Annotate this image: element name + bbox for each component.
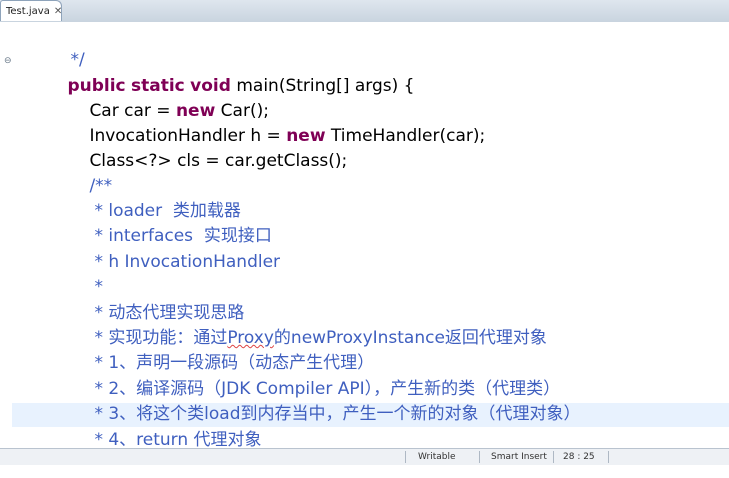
- code-line: * 1、声明一段源码（动态产生代理）: [94, 353, 375, 373]
- tab-test-java[interactable]: Test.java ✕: [0, 0, 62, 21]
- code-line: Car car = new Car();: [89, 101, 269, 121]
- status-bar: Writable Smart Insert 28 : 25: [0, 448, 729, 465]
- code-line: * 实现功能：通过Proxy的newProxyInstance返回代理对象: [94, 328, 547, 348]
- code-line: * loader 类加载器: [94, 201, 241, 221]
- status-separator: [405, 451, 406, 463]
- code-line: public static void main(String[] args) {: [67, 76, 415, 96]
- status-insert-mode[interactable]: Smart Insert: [491, 452, 547, 462]
- code-line: * interfaces 实现接口: [94, 226, 272, 246]
- status-writable: Writable: [418, 452, 456, 462]
- code-line: InvocationHandler h = new TimeHandler(ca…: [89, 126, 486, 146]
- status-separator: [553, 451, 554, 463]
- code-line: * 3、将这个类load到内存当中，产生一个新的对象（代理对象）: [94, 404, 581, 424]
- code-line: Class<?> cls = car.getClass();: [89, 151, 348, 171]
- status-cursor-position: 28 : 25: [563, 452, 595, 462]
- code-line: *: [94, 277, 103, 297]
- status-separator: [608, 451, 609, 463]
- editor-tab-bar: Test.java ✕: [0, 0, 729, 23]
- tab-label: Test.java: [6, 5, 50, 17]
- code-line: * 2、编译源码（JDK Compiler API），产生新的类（代理类）: [94, 379, 561, 399]
- code-line: */: [70, 50, 85, 70]
- close-icon[interactable]: ✕: [54, 6, 62, 17]
- code-line: * h InvocationHandler: [94, 252, 281, 272]
- code-text: */ public static void main(String[] args…: [0, 22, 729, 450]
- status-separator: [479, 451, 480, 463]
- code-editor[interactable]: ⊖ */ public static void main(String[] ar…: [0, 22, 729, 450]
- code-line: /**: [89, 176, 113, 196]
- code-line: * 动态代理实现思路: [94, 303, 245, 323]
- code-line: *: [62, 428, 103, 448]
- code-line-current: * 4、return 代理对象: [94, 430, 262, 450]
